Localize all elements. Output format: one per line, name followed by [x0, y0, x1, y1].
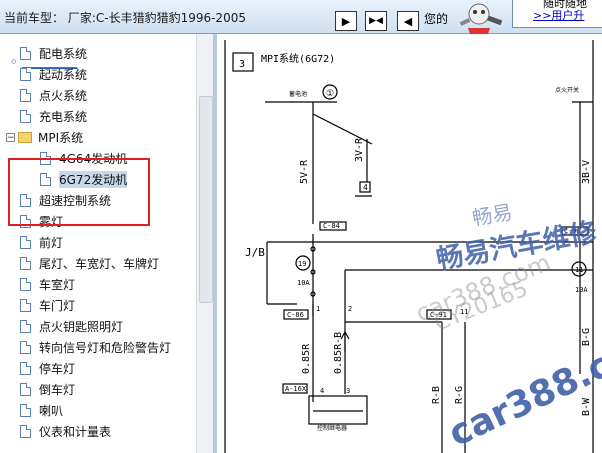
- top-label-ignition: 点火开关: [555, 86, 579, 94]
- ground-number: 4: [363, 183, 368, 192]
- wire-label-bw: B-W: [581, 397, 592, 416]
- document-icon: [20, 88, 31, 102]
- tree-item-gauges[interactable]: 仪表和计量表: [20, 421, 111, 441]
- section-number: 3: [239, 59, 245, 70]
- tree-item-ignition-system[interactable]: 点火系统: [20, 85, 87, 105]
- wire-label-3vr: 3V-R: [354, 137, 365, 162]
- tree-item-stop-lamp[interactable]: 停车灯: [20, 358, 75, 378]
- pin-2: 2: [348, 305, 352, 313]
- tree-item-headlamps[interactable]: 前灯: [20, 232, 63, 252]
- wire-label-3bv: 3B-V: [581, 160, 592, 184]
- fuse-number-11: 11: [575, 266, 583, 274]
- fuse-number-19: 19: [298, 260, 306, 268]
- tree-item-charging-system[interactable]: 充电系统: [20, 106, 87, 126]
- highlight-box: [8, 158, 150, 226]
- fuse-rating-2: 10A: [575, 286, 588, 294]
- tree-item-backup-lamp[interactable]: 倒车灯: [20, 379, 75, 399]
- wire-label-5vr: 5V-R: [299, 159, 310, 184]
- tree-item-turn-hazard-lamps[interactable]: 转向信号灯和危险警告灯: [20, 337, 171, 357]
- collapse-toggle-icon[interactable]: −: [6, 132, 15, 142]
- upgrade-link[interactable]: >>用户升: [533, 7, 584, 23]
- document-icon: [20, 277, 31, 291]
- document-icon: [20, 361, 31, 375]
- document-icon: [20, 298, 31, 312]
- connector-c84: C-84: [323, 222, 340, 230]
- connector-c86: C-86: [287, 311, 304, 319]
- fuse-rating-1: 10A: [297, 279, 310, 287]
- document-icon: [20, 340, 31, 354]
- tree-item-door-lamp[interactable]: 车门灯: [20, 295, 75, 315]
- document-icon: [20, 403, 31, 417]
- pin-4: 4: [320, 387, 324, 395]
- pin-1: 1: [316, 305, 320, 313]
- arrow-left-icon: ◀: [403, 14, 413, 28]
- tree-item-starting-system[interactable]: 起动系统: [20, 64, 87, 84]
- nav-expand-button[interactable]: ▶◀: [365, 11, 387, 31]
- tree-item-mpi-system[interactable]: − MPI系统: [6, 127, 83, 147]
- user-info-box: 随时随地 >>用户升: [512, 0, 602, 28]
- document-icon: [20, 424, 31, 438]
- double-arrow-icon: ▶◀: [369, 15, 383, 26]
- wiring-diagram: 3 MPI系统(6G72) 蓄电池 点火开关 ① 5V-R 3V-R 4 3B-…: [217, 34, 602, 453]
- category-tree: ◦ ▁▁▁▁▁▁ 配电系统 起动系统 点火系统 充电系统 − MPI系统 4G6…: [0, 34, 196, 453]
- document-icon: [20, 235, 31, 249]
- nav-next-button[interactable]: ▶: [335, 11, 357, 31]
- document-icon: [20, 109, 31, 123]
- document-icon: [20, 46, 31, 60]
- title-bar: 当前车型： 厂家:C-长丰猎豹猎豹1996-2005 ▶ ▶◀ ◀ 您的 随时随…: [0, 0, 602, 34]
- tree-item-key-illumination[interactable]: 点火钥匙照明灯: [20, 316, 123, 336]
- folder-open-icon: [18, 131, 32, 143]
- mascot-image: [448, 0, 510, 34]
- wire-label-085rb: 0.85R-B: [333, 332, 344, 374]
- pin-3: 3: [346, 387, 350, 395]
- nav-prev-button[interactable]: ◀: [397, 11, 419, 31]
- jb-label: J/B: [245, 246, 265, 259]
- wire-label-bg: B-G: [581, 328, 592, 346]
- your-label: 您的: [424, 12, 449, 26]
- tree-scrollbar[interactable]: [196, 34, 214, 453]
- wire-label-rb: R-B: [431, 386, 442, 404]
- tree-item-horn[interactable]: 喇叭: [20, 400, 63, 420]
- connector-a16x: A-16X: [285, 385, 307, 393]
- mascot-icon: [459, 3, 503, 34]
- document-icon: [20, 256, 31, 270]
- arrow-right-icon: ▶: [341, 14, 351, 28]
- diagram-title: MPI系统(6G72): [261, 52, 335, 65]
- document-icon: [20, 319, 31, 333]
- car-model-label: 当前车型： 厂家:C-长丰猎豹猎豹1996-2005: [4, 11, 246, 25]
- document-icon: [20, 382, 31, 396]
- tree-item-room-lamp[interactable]: 车室灯: [20, 274, 75, 294]
- scrollbar-thumb[interactable]: [199, 96, 213, 303]
- top-label-battery: 蓄电池: [289, 90, 307, 98]
- wire-label-rg: R-G: [454, 386, 465, 404]
- tree-item-tail-lamps[interactable]: 尾灯、车宽灯、车牌灯: [20, 253, 159, 273]
- relay-label: 控制继电器: [317, 424, 347, 432]
- wire-label-085r: 0.85R: [301, 343, 312, 374]
- top-label-circle: ①: [326, 89, 334, 99]
- document-icon: [20, 67, 31, 81]
- tree-item-power-distribution[interactable]: 配电系统: [20, 43, 87, 63]
